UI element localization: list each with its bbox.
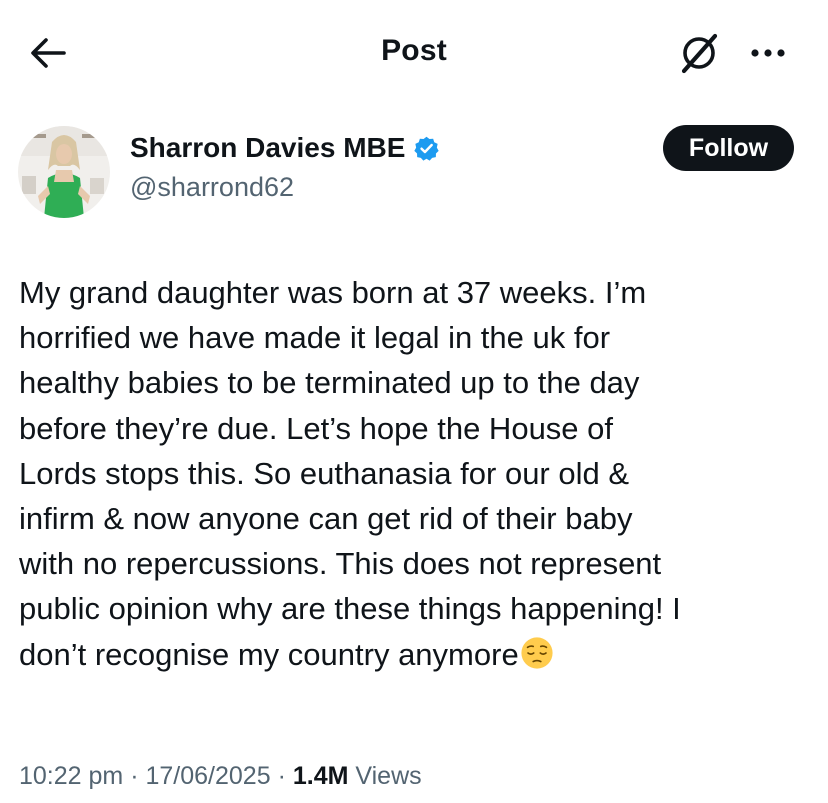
meta-separator: · (277, 762, 286, 790)
follow-button[interactable]: Follow (663, 125, 794, 171)
tweet-time[interactable]: 10:22 pm (19, 762, 123, 790)
avatar-photo (18, 126, 110, 218)
tweet-line: don’t recognise my country anymore (19, 636, 519, 672)
tweet-line: Lords stops this. So euthanasia for our … (19, 455, 630, 491)
tweet-meta: 10:22 pm · 17/06/2025 · 1.4M Views (19, 762, 422, 791)
tweet-line: healthy babies to be terminated up to th… (19, 365, 640, 401)
avatar[interactable] (18, 126, 110, 218)
grok-icon (681, 33, 718, 74)
tweet-line: horrified we have made it legal in the u… (19, 320, 611, 356)
top-bar: Post (0, 0, 828, 105)
more-options-button[interactable] (738, 30, 798, 76)
more-horizontal-icon (751, 49, 785, 57)
pensive-face-emoji (521, 637, 553, 669)
views-count[interactable]: 1.4M (293, 762, 349, 790)
tweet-line: before they’re due. Let’s hope the House… (19, 410, 614, 446)
tweet-date[interactable]: 17/06/2025 (145, 762, 270, 790)
verified-badge-icon (414, 136, 440, 161)
author-name-row: Sharron Davies MBE (130, 131, 440, 165)
grok-button[interactable] (672, 30, 728, 76)
meta-separator: · (130, 762, 139, 790)
tweet-line: public opinion why are these things happ… (19, 591, 681, 627)
tweet-last-line: don’t recognise my country anymore (19, 632, 809, 677)
views-label: Views (355, 762, 422, 790)
tweet-line: infirm & now anyone can get rid of their… (19, 501, 633, 537)
author-handle[interactable]: @sharrond62 (130, 172, 294, 203)
tweet-text: My grand daughter was born at 37 weeks. … (19, 270, 809, 677)
author-display-name[interactable]: Sharron Davies MBE (130, 132, 405, 164)
tweet-line: with no repercussions. This does not rep… (19, 546, 662, 582)
tweet-line: My grand daughter was born at 37 weeks. … (19, 275, 647, 310)
